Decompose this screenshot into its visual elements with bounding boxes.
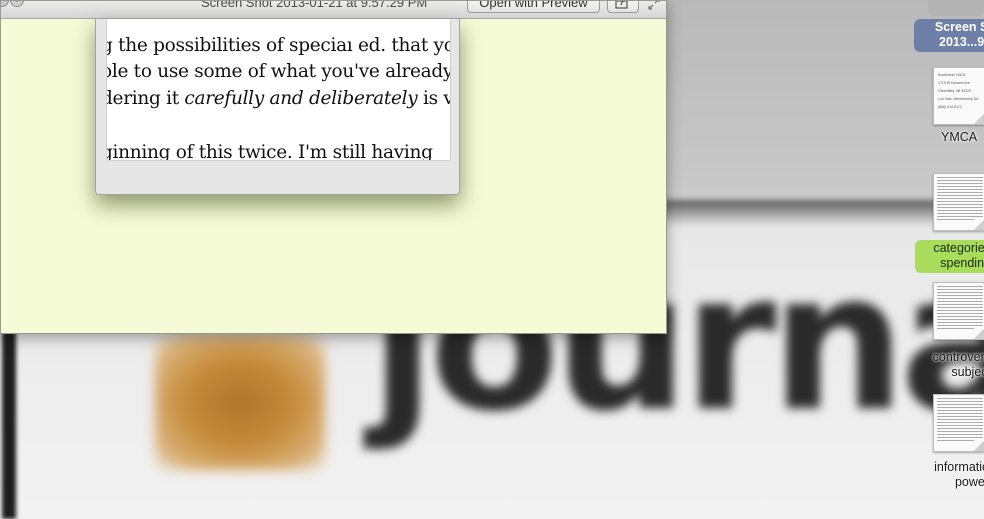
window-title: Screen Shot 2013-01-21 at 9.57.29 PM bbox=[201, 0, 428, 10]
preview-line-2: ole to use some of what you've already bbox=[106, 61, 451, 82]
preview-line-3-end: is very bbox=[423, 88, 450, 109]
desktop-icon-label-line: 2013...9 P bbox=[939, 35, 984, 49]
quicklook-titlebar: + Screen Shot 2013-01-21 at 9.57.29 PM O… bbox=[1, 0, 666, 19]
preview-line-3: dering it carefully and deliberately is … bbox=[106, 88, 450, 109]
ymca-thumb-text: Southwest YMCA 1715 W Howard Ave Greenfi… bbox=[938, 71, 979, 111]
open-with-preview-button[interactable]: Open with Preview bbox=[467, 1, 600, 13]
preview-line-3-start: dering it bbox=[106, 88, 185, 109]
fullscreen-button[interactable]: + bbox=[10, 1, 24, 7]
desktop-icon-categories-label[interactable]: categories spending bbox=[915, 240, 984, 273]
preview-line-3-italic: carefully and deliberately bbox=[184, 88, 418, 109]
share-button[interactable] bbox=[607, 1, 639, 13]
desktop-icon-information[interactable] bbox=[933, 394, 984, 452]
preview-document: g the possibilities of speciaı ed. that … bbox=[106, 19, 451, 161]
desktop-icon-categories[interactable] bbox=[933, 173, 984, 231]
ymca-thumb-line: (866) 914-8172 bbox=[938, 105, 962, 109]
desktop-icon-label-line: controvers bbox=[932, 350, 984, 364]
document-lines bbox=[937, 286, 983, 331]
screenshot-preview: g the possibilities of speciaı ed. that … bbox=[95, 19, 460, 195]
ymca-thumb-line: Southwest YMCA bbox=[938, 73, 966, 77]
desktop-icon-information-label[interactable]: informatio power bbox=[917, 460, 984, 490]
page-curl bbox=[974, 439, 984, 451]
desktop-icon-label-line: Screen Sh bbox=[934, 20, 984, 34]
page-curl bbox=[974, 327, 984, 339]
desktop-icon-label-line: categories bbox=[933, 241, 984, 255]
ymca-thumb-line: 1715 W Howard Ave bbox=[938, 81, 970, 85]
quicklook-window: + Screen Shot 2013-01-21 at 9.57.29 PM O… bbox=[0, 0, 667, 334]
ymca-thumb-line: Lori Vale, Membership Dir. bbox=[938, 97, 979, 101]
desktop-icon-controversial-label[interactable]: controvers subject bbox=[921, 350, 984, 380]
expand-button[interactable] bbox=[647, 1, 661, 11]
document-lines bbox=[937, 177, 983, 222]
desktop-icon-ymca-label[interactable]: YMCA bbox=[941, 130, 977, 145]
background-image-block bbox=[155, 335, 325, 470]
preview-line-4: ginning of this twice. I'm still having bbox=[106, 142, 433, 161]
desktop-icon-ymca[interactable]: Southwest YMCA 1715 W Howard Ave Greenfi… bbox=[933, 67, 984, 125]
desktop-icon-controversial[interactable] bbox=[933, 282, 984, 340]
page-curl bbox=[974, 112, 984, 124]
page-curl bbox=[974, 218, 984, 230]
desktop-top-tab bbox=[928, 0, 984, 16]
document-lines bbox=[937, 398, 983, 443]
expand-arrows-icon bbox=[648, 1, 660, 10]
desktop-icon-label-line: subject bbox=[951, 365, 984, 379]
preview-line-1: g the possibilities of speciaı ed. that … bbox=[106, 35, 451, 56]
share-icon bbox=[615, 1, 628, 9]
background-left-bar bbox=[2, 330, 16, 519]
close-button[interactable] bbox=[1, 1, 9, 7]
desktop-icon-label-line: informatio bbox=[934, 460, 984, 474]
ymca-thumb-line: Greenfield, WI 53220 bbox=[938, 89, 972, 93]
desktop-icon-label-line: power bbox=[954, 475, 984, 489]
desktop-icon-screenshot-label[interactable]: Screen Sh 2013...9 P bbox=[914, 19, 984, 52]
desktop-icon-label-line: spending bbox=[940, 256, 984, 270]
